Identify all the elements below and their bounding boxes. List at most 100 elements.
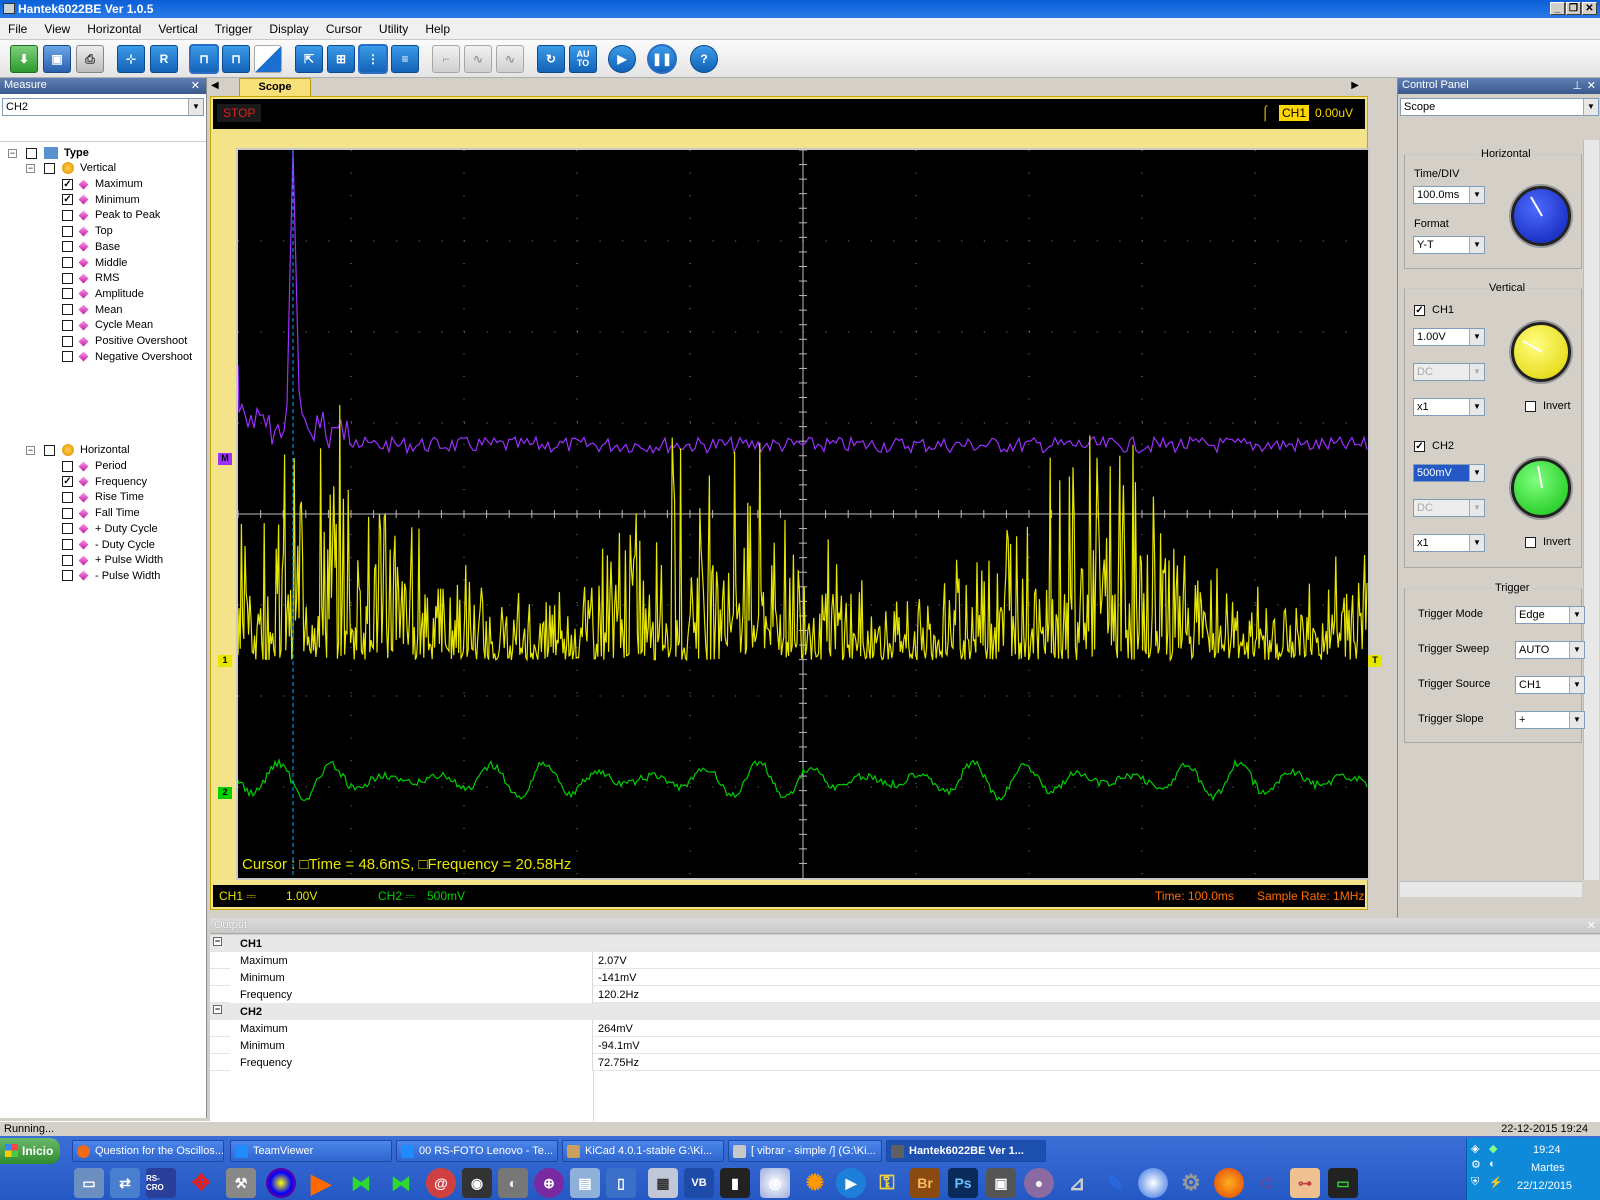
quicklaunch-disk-icon[interactable]: ● [1024,1168,1054,1198]
quicklaunch-red-icon[interactable]: ✥ [186,1168,216,1198]
measure-item-checkbox[interactable] [62,460,73,472]
trigger-marker[interactable]: T [1368,655,1382,667]
measure-item-checkbox[interactable]: ✓ [62,178,73,190]
measure-item[interactable]: RMS [62,270,119,286]
quicklaunch-app-icon[interactable]: @ [426,1168,456,1198]
format-select[interactable]: Y-T ▼ [1413,236,1485,254]
quicklaunch-folder-icon[interactable]: ▤ [570,1168,600,1198]
math-marker[interactable]: M [218,453,232,465]
quicklaunch-calculator-icon[interactable]: ▦ [648,1168,678,1198]
measure-icon[interactable]: ⊹ [117,45,145,73]
quicklaunch-player-icon[interactable]: ▶ [836,1168,866,1198]
ch1-invert[interactable]: Invert [1525,400,1571,412]
quicklaunch-globe-icon[interactable] [1138,1168,1168,1198]
start-button[interactable]: Inicio [0,1138,60,1164]
measure-item-checkbox[interactable] [62,288,73,300]
ch2-checkbox[interactable]: ✓ [1414,440,1425,452]
measure-item-checkbox[interactable]: ✓ [62,476,73,488]
measure-item-checkbox[interactable] [62,319,73,331]
reference-icon[interactable]: R [150,45,178,73]
ramp-icon[interactable] [254,45,282,73]
trigger-mode-select[interactable]: Edge ▼ [1515,606,1585,624]
menu-cursor[interactable]: Cursor [318,18,368,36]
checkbox[interactable] [26,147,37,159]
quicklaunch-bridge-icon[interactable]: Br [910,1168,940,1198]
pause-icon[interactable]: ❚❚ [647,44,677,74]
measure-item[interactable]: Mean [62,302,123,318]
menu-horizontal[interactable]: Horizontal [79,18,147,36]
quicklaunch-computer-icon[interactable]: ▭ [74,1168,104,1198]
measure-item[interactable]: Base [62,239,120,255]
ch1-volts-knob[interactable] [1511,322,1571,382]
measure-item-checkbox[interactable] [62,257,73,268]
quicklaunch-monitor-icon[interactable]: ▭ [1328,1168,1358,1198]
measure-item-checkbox[interactable] [62,523,73,535]
quicklaunch-keys-icon[interactable]: ⚿ [872,1168,902,1198]
ch2-marker[interactable]: 2 [218,787,232,799]
measure-item-checkbox[interactable] [62,539,73,550]
help-icon[interactable]: ? [690,45,718,73]
ch1-invert-checkbox[interactable] [1525,400,1536,412]
sine-wave-icon[interactable]: ∿ [464,45,492,73]
tray-update-icon[interactable]: ◆ [1489,1142,1497,1155]
collapse-icon[interactable]: − [26,163,35,173]
measure-item[interactable]: ✓ Frequency [62,474,147,490]
menu-utility[interactable]: Utility [371,18,414,36]
quicklaunch-pen-icon[interactable]: ✎ [1100,1168,1130,1198]
menu-display[interactable]: Display [261,18,314,36]
measure-item[interactable]: Rise Time [62,489,144,505]
open-icon[interactable]: ⬇ [10,45,38,73]
quicklaunch-media-icon[interactable] [266,1168,296,1198]
tray-shield-icon[interactable]: ⛨ [1471,1176,1479,1189]
task-hantek[interactable]: Hantek6022BE Ver 1... [886,1140,1046,1162]
minimize-button[interactable]: _ [1550,2,1565,15]
grid-icon[interactable]: ⊞ [327,45,355,73]
checkbox[interactable] [44,162,55,174]
measure-item[interactable]: Amplitude [62,286,144,302]
measure-item[interactable]: + Pulse Width [62,552,163,568]
ch2-probe-select[interactable]: x1 ▼ [1413,534,1485,552]
measure-item[interactable]: ✓ Maximum [62,176,143,192]
save-icon[interactable]: ▣ [43,45,71,73]
measure-item-checkbox[interactable] [62,507,73,519]
timebase-knob[interactable] [1511,186,1571,246]
step-wave-icon[interactable]: ⌐ [432,45,460,73]
print-icon[interactable]: ⎙ [76,45,104,73]
quicklaunch-moon-icon[interactable]: ◐ [498,1168,528,1198]
menu-vertical[interactable]: Vertical [150,18,203,36]
close-icon[interactable]: ✕ [1587,919,1596,932]
output-group-header[interactable]: − CH1 [210,935,1600,952]
task-firefox[interactable]: Question for the Oscillos... [72,1140,224,1162]
output-group-header[interactable]: − CH2 [210,1003,1600,1020]
quicklaunch-notes-icon[interactable]: ▯ [606,1168,636,1198]
cursor-cross-icon[interactable]: ⇱ [295,45,323,73]
measure-item-checkbox[interactable] [62,272,73,284]
close-icon[interactable]: ✕ [1587,79,1596,92]
measure-item-checkbox[interactable] [62,335,73,347]
smooth-wave-icon[interactable]: ∿ [496,45,524,73]
tray-volume-icon[interactable]: ◐ [1489,1158,1496,1170]
tree-vertical[interactable]: − Vertical [26,160,116,176]
measure-item[interactable]: Middle [62,255,127,271]
measure-item[interactable]: Positive Overshoot [62,333,187,349]
menu-trigger[interactable]: Trigger [207,18,259,36]
ch2-volts-knob[interactable] [1511,458,1571,518]
measure-item-checkbox[interactable]: ✓ [62,194,73,206]
measure-item-checkbox[interactable] [62,225,73,237]
quicklaunch-rscro-icon[interactable]: RS-CRO [146,1168,176,1198]
ch1-wave-icon[interactable]: ⊓ [189,44,219,74]
refresh-icon[interactable]: ↻ [537,45,565,73]
ch2-wave-icon[interactable]: ⊓ [222,45,250,73]
ch2-enable[interactable]: ✓ CH2 [1414,440,1454,452]
task-kicad[interactable]: KiCad 4.0.1-stable G:\Ki... [562,1140,724,1162]
run-icon[interactable]: ▶ [608,45,636,73]
control-mode-select[interactable]: Scope ▼ [1400,98,1599,116]
quicklaunch-lock-icon[interactable]: ⊕ [534,1168,564,1198]
measure-item[interactable]: Top [62,223,113,239]
trigger-source-select[interactable]: CH1 ▼ [1515,676,1585,694]
quicklaunch-chart-icon[interactable]: ▮ [720,1168,750,1198]
ch2-invert-checkbox[interactable] [1525,536,1536,548]
menu-help[interactable]: Help [417,18,456,36]
tree-root[interactable]: − Type [8,145,89,161]
ch1-probe-select[interactable]: x1 ▼ [1413,398,1485,416]
